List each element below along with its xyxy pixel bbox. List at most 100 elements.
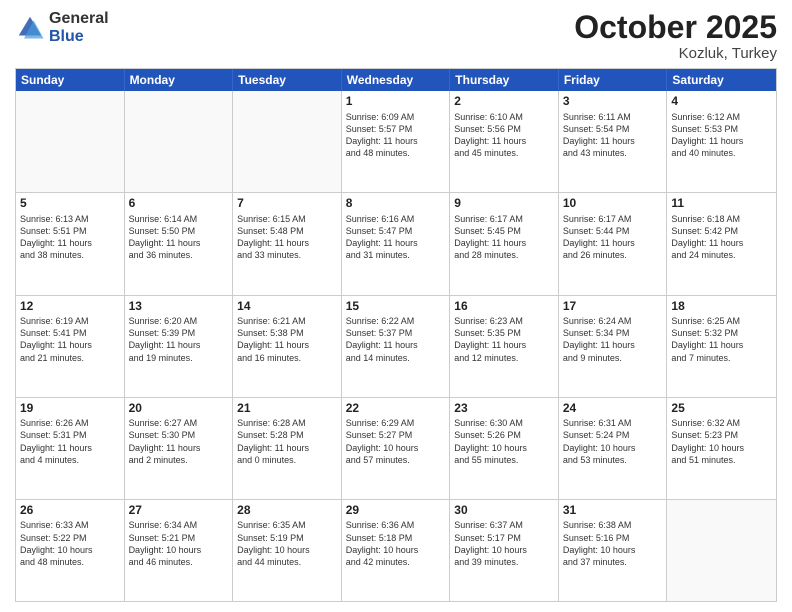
cal-day-empty: [667, 500, 776, 601]
day-number: 24: [563, 401, 663, 417]
day-info: Sunrise: 6:22 AM Sunset: 5:37 PM Dayligh…: [346, 315, 446, 364]
cal-day-1: 1Sunrise: 6:09 AM Sunset: 5:57 PM Daylig…: [342, 91, 451, 192]
day-number: 19: [20, 401, 120, 417]
day-info: Sunrise: 6:26 AM Sunset: 5:31 PM Dayligh…: [20, 417, 120, 466]
calendar-header: SundayMondayTuesdayWednesdayThursdayFrid…: [16, 69, 776, 91]
day-number: 11: [671, 196, 772, 212]
day-info: Sunrise: 6:14 AM Sunset: 5:50 PM Dayligh…: [129, 213, 229, 262]
day-number: 27: [129, 503, 229, 519]
cal-day-29: 29Sunrise: 6:36 AM Sunset: 5:18 PM Dayli…: [342, 500, 451, 601]
day-number: 8: [346, 196, 446, 212]
day-number: 13: [129, 299, 229, 315]
day-number: 25: [671, 401, 772, 417]
day-info: Sunrise: 6:15 AM Sunset: 5:48 PM Dayligh…: [237, 213, 337, 262]
title-block: October 2025 Kozluk, Turkey: [574, 10, 777, 62]
day-info: Sunrise: 6:28 AM Sunset: 5:28 PM Dayligh…: [237, 417, 337, 466]
cal-day-empty: [16, 91, 125, 192]
cal-day-10: 10Sunrise: 6:17 AM Sunset: 5:44 PM Dayli…: [559, 193, 668, 294]
cal-day-27: 27Sunrise: 6:34 AM Sunset: 5:21 PM Dayli…: [125, 500, 234, 601]
day-number: 14: [237, 299, 337, 315]
cal-day-15: 15Sunrise: 6:22 AM Sunset: 5:37 PM Dayli…: [342, 296, 451, 397]
calendar: SundayMondayTuesdayWednesdayThursdayFrid…: [15, 68, 777, 602]
day-info: Sunrise: 6:17 AM Sunset: 5:45 PM Dayligh…: [454, 213, 554, 262]
day-info: Sunrise: 6:23 AM Sunset: 5:35 PM Dayligh…: [454, 315, 554, 364]
day-info: Sunrise: 6:25 AM Sunset: 5:32 PM Dayligh…: [671, 315, 772, 364]
location: Kozluk, Turkey: [574, 45, 777, 62]
day-number: 22: [346, 401, 446, 417]
day-number: 26: [20, 503, 120, 519]
cal-day-20: 20Sunrise: 6:27 AM Sunset: 5:30 PM Dayli…: [125, 398, 234, 499]
cal-week-4: 19Sunrise: 6:26 AM Sunset: 5:31 PM Dayli…: [16, 397, 776, 499]
day-number: 9: [454, 196, 554, 212]
day-number: 6: [129, 196, 229, 212]
cal-day-31: 31Sunrise: 6:38 AM Sunset: 5:16 PM Dayli…: [559, 500, 668, 601]
cal-header-monday: Monday: [125, 69, 234, 91]
cal-day-8: 8Sunrise: 6:16 AM Sunset: 5:47 PM Daylig…: [342, 193, 451, 294]
cal-day-21: 21Sunrise: 6:28 AM Sunset: 5:28 PM Dayli…: [233, 398, 342, 499]
day-info: Sunrise: 6:36 AM Sunset: 5:18 PM Dayligh…: [346, 519, 446, 568]
logo: General Blue: [15, 10, 109, 45]
day-info: Sunrise: 6:31 AM Sunset: 5:24 PM Dayligh…: [563, 417, 663, 466]
day-info: Sunrise: 6:12 AM Sunset: 5:53 PM Dayligh…: [671, 111, 772, 160]
day-number: 18: [671, 299, 772, 315]
cal-day-16: 16Sunrise: 6:23 AM Sunset: 5:35 PM Dayli…: [450, 296, 559, 397]
cal-day-4: 4Sunrise: 6:12 AM Sunset: 5:53 PM Daylig…: [667, 91, 776, 192]
day-number: 21: [237, 401, 337, 417]
day-number: 30: [454, 503, 554, 519]
cal-day-9: 9Sunrise: 6:17 AM Sunset: 5:45 PM Daylig…: [450, 193, 559, 294]
day-number: 31: [563, 503, 663, 519]
day-number: 10: [563, 196, 663, 212]
day-info: Sunrise: 6:20 AM Sunset: 5:39 PM Dayligh…: [129, 315, 229, 364]
day-info: Sunrise: 6:30 AM Sunset: 5:26 PM Dayligh…: [454, 417, 554, 466]
day-number: 20: [129, 401, 229, 417]
cal-day-7: 7Sunrise: 6:15 AM Sunset: 5:48 PM Daylig…: [233, 193, 342, 294]
day-number: 28: [237, 503, 337, 519]
day-info: Sunrise: 6:29 AM Sunset: 5:27 PM Dayligh…: [346, 417, 446, 466]
cal-header-wednesday: Wednesday: [342, 69, 451, 91]
cal-day-12: 12Sunrise: 6:19 AM Sunset: 5:41 PM Dayli…: [16, 296, 125, 397]
day-info: Sunrise: 6:18 AM Sunset: 5:42 PM Dayligh…: [671, 213, 772, 262]
day-info: Sunrise: 6:09 AM Sunset: 5:57 PM Dayligh…: [346, 111, 446, 160]
page: General Blue October 2025 Kozluk, Turkey…: [0, 0, 792, 612]
cal-day-6: 6Sunrise: 6:14 AM Sunset: 5:50 PM Daylig…: [125, 193, 234, 294]
cal-day-19: 19Sunrise: 6:26 AM Sunset: 5:31 PM Dayli…: [16, 398, 125, 499]
day-number: 29: [346, 503, 446, 519]
day-info: Sunrise: 6:21 AM Sunset: 5:38 PM Dayligh…: [237, 315, 337, 364]
logo-text: General Blue: [49, 10, 109, 45]
day-info: Sunrise: 6:19 AM Sunset: 5:41 PM Dayligh…: [20, 315, 120, 364]
logo-blue-text: Blue: [49, 28, 109, 46]
cal-day-14: 14Sunrise: 6:21 AM Sunset: 5:38 PM Dayli…: [233, 296, 342, 397]
cal-day-23: 23Sunrise: 6:30 AM Sunset: 5:26 PM Dayli…: [450, 398, 559, 499]
day-info: Sunrise: 6:17 AM Sunset: 5:44 PM Dayligh…: [563, 213, 663, 262]
day-info: Sunrise: 6:11 AM Sunset: 5:54 PM Dayligh…: [563, 111, 663, 160]
day-number: 7: [237, 196, 337, 212]
day-number: 3: [563, 94, 663, 110]
day-info: Sunrise: 6:35 AM Sunset: 5:19 PM Dayligh…: [237, 519, 337, 568]
logo-general-text: General: [49, 10, 109, 28]
day-info: Sunrise: 6:13 AM Sunset: 5:51 PM Dayligh…: [20, 213, 120, 262]
day-number: 4: [671, 94, 772, 110]
cal-day-30: 30Sunrise: 6:37 AM Sunset: 5:17 PM Dayli…: [450, 500, 559, 601]
cal-day-13: 13Sunrise: 6:20 AM Sunset: 5:39 PM Dayli…: [125, 296, 234, 397]
day-number: 1: [346, 94, 446, 110]
cal-day-22: 22Sunrise: 6:29 AM Sunset: 5:27 PM Dayli…: [342, 398, 451, 499]
day-number: 5: [20, 196, 120, 212]
cal-week-3: 12Sunrise: 6:19 AM Sunset: 5:41 PM Dayli…: [16, 295, 776, 397]
cal-day-24: 24Sunrise: 6:31 AM Sunset: 5:24 PM Dayli…: [559, 398, 668, 499]
day-info: Sunrise: 6:33 AM Sunset: 5:22 PM Dayligh…: [20, 519, 120, 568]
day-number: 2: [454, 94, 554, 110]
cal-week-2: 5Sunrise: 6:13 AM Sunset: 5:51 PM Daylig…: [16, 192, 776, 294]
logo-icon: [15, 13, 45, 43]
day-info: Sunrise: 6:16 AM Sunset: 5:47 PM Dayligh…: [346, 213, 446, 262]
header: General Blue October 2025 Kozluk, Turkey: [15, 10, 777, 62]
cal-header-tuesday: Tuesday: [233, 69, 342, 91]
day-info: Sunrise: 6:38 AM Sunset: 5:16 PM Dayligh…: [563, 519, 663, 568]
cal-day-empty: [233, 91, 342, 192]
cal-header-saturday: Saturday: [667, 69, 776, 91]
calendar-body: 1Sunrise: 6:09 AM Sunset: 5:57 PM Daylig…: [16, 91, 776, 601]
cal-week-5: 26Sunrise: 6:33 AM Sunset: 5:22 PM Dayli…: [16, 499, 776, 601]
cal-header-sunday: Sunday: [16, 69, 125, 91]
day-number: 16: [454, 299, 554, 315]
cal-day-18: 18Sunrise: 6:25 AM Sunset: 5:32 PM Dayli…: [667, 296, 776, 397]
day-number: 15: [346, 299, 446, 315]
